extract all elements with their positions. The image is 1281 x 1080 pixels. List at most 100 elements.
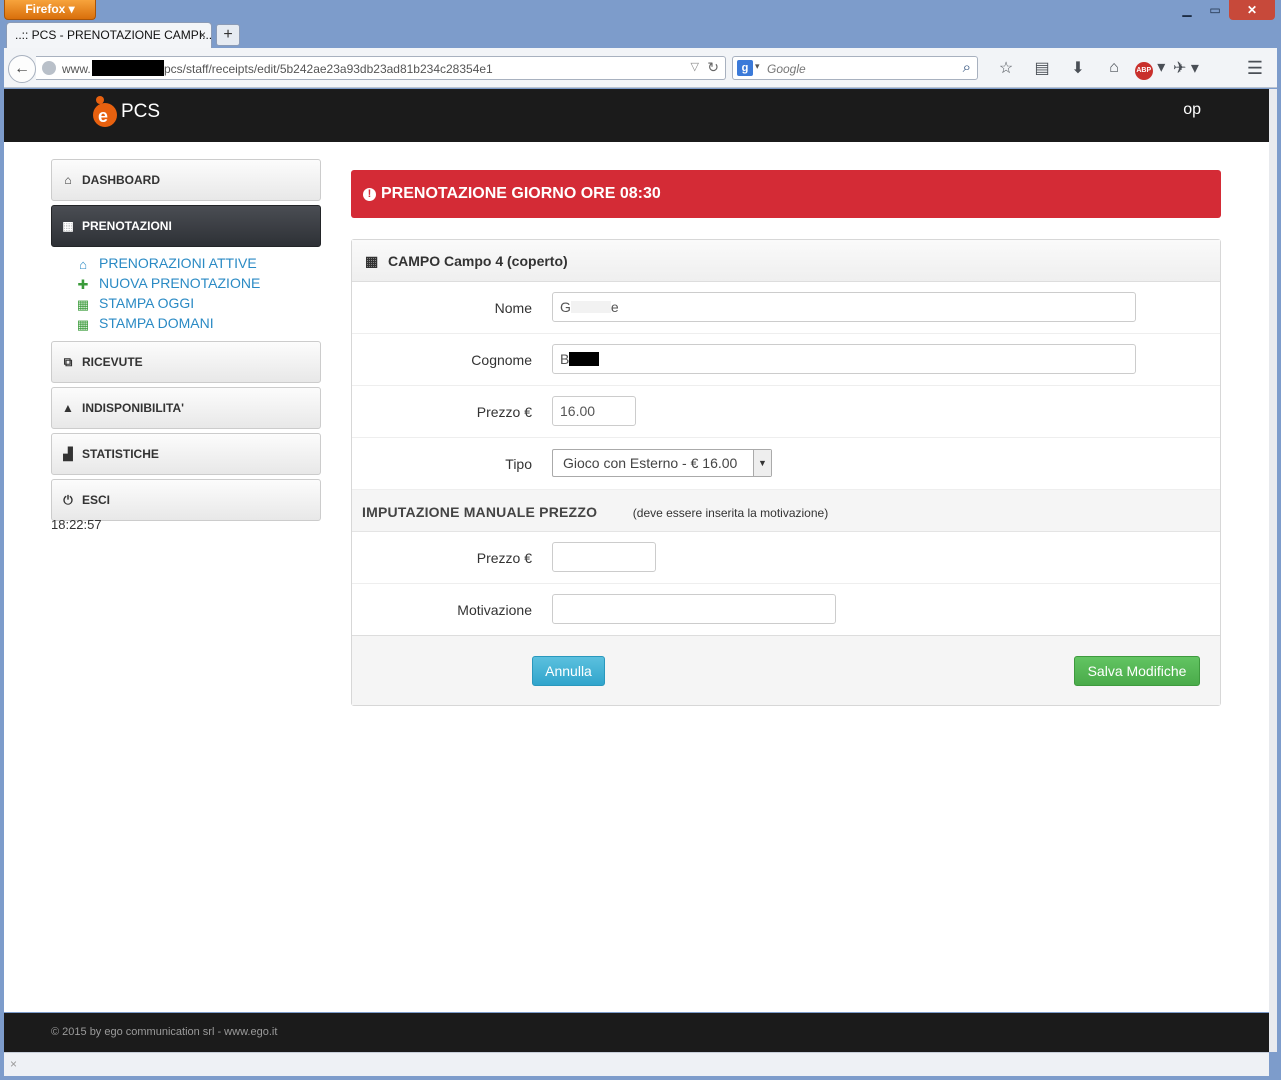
tipo-select[interactable]: Gioco con Esterno - € 16.00 ▼: [552, 449, 772, 477]
sidebar-item-label: INDISPONIBILITA': [82, 401, 184, 415]
window-controls: ▁ ▭ ✕: [1173, 0, 1275, 20]
save-button[interactable]: Salva Modifiche: [1074, 656, 1200, 686]
booking-alert: ! PRENOTAZIONE GIORNO ORE 08:30: [351, 170, 1221, 218]
motivazione-field[interactable]: [552, 594, 836, 624]
sidebar-item-label: ESCI: [82, 493, 111, 507]
submenu-label: NUOVA PRENOTAZIONE: [99, 275, 261, 291]
search-placeholder: Google: [767, 62, 806, 76]
clock: 18:22:57: [51, 517, 102, 532]
toolbar-icons: ☆ ▤ ⬇ ⌂ ABP ▾ ✈ ▾: [988, 56, 1204, 80]
submenu-stampa-oggi[interactable]: ▦ STAMPA OGGI: [75, 295, 321, 315]
exclamation-circle-icon: !: [363, 188, 376, 201]
warning-icon: ▲: [62, 401, 74, 415]
sidebar-item-indisponibilita[interactable]: ▲ INDISPONIBILITA': [51, 387, 321, 429]
nome-field[interactable]: Ge: [552, 292, 1136, 322]
page-scrollbar[interactable]: [1269, 89, 1277, 1052]
form-row-nome: Nome Ge: [352, 282, 1220, 334]
user-menu[interactable]: op: [1183, 101, 1201, 119]
submenu-label: PRENORAZIONI ATTIVE: [99, 255, 257, 271]
receipt-edit-panel: ▦ CAMPO Campo 4 (coperto) Nome Ge Cognome…: [351, 239, 1221, 706]
ego-logo-icon: e: [93, 96, 117, 127]
chevron-down-icon[interactable]: ▼: [753, 450, 771, 476]
extension-icon[interactable]: ✈ ▾: [1168, 58, 1204, 78]
bookmark-star-icon[interactable]: ☆: [988, 58, 1024, 78]
calendar-icon: ▦: [62, 219, 74, 233]
manual-price-section-header: IMPUTAZIONE MANUALE PREZZO (deve essere …: [352, 490, 1220, 532]
tab-title: ..:: PCS - PRENOTAZIONE CAMPI...: [15, 28, 212, 42]
nome-value-end: e: [610, 299, 619, 315]
sidebar-item-label: STATISTICHE: [82, 447, 159, 461]
form-row-tipo: Tipo Gioco con Esterno - € 16.00 ▼: [352, 438, 1220, 490]
sidebar-submenu: ⌂ PRENORAZIONI ATTIVE ✚ NUOVA PRENOTAZIO…: [51, 251, 321, 341]
maximize-icon[interactable]: ▭: [1201, 0, 1229, 20]
close-icon[interactable]: ×: [10, 1057, 17, 1071]
home-icon: ⌂: [64, 173, 72, 187]
cognome-redaction: [569, 352, 600, 366]
power-icon: ⏻: [63, 493, 73, 507]
page-footer: © 2015 by ego communication srl - www.eg…: [4, 1013, 1269, 1052]
nome-value-start: G: [560, 299, 571, 315]
panel-title: CAMPO Campo 4 (coperto): [388, 253, 568, 269]
submenu-label: STAMPA OGGI: [99, 295, 195, 311]
browser-window: Firefox ▾ ▁ ▭ ✕ ..:: PCS - PRENOTAZIONE …: [0, 0, 1281, 1080]
magnifier-icon[interactable]: ⌕: [963, 59, 971, 76]
cognome-field[interactable]: B: [552, 344, 1136, 374]
submenu-stampa-domani[interactable]: ▦ STAMPA DOMANI: [75, 315, 321, 335]
prezzo-field[interactable]: 16.00: [552, 396, 636, 426]
close-icon[interactable]: ✕: [1229, 0, 1275, 20]
url-prefix: www.: [62, 62, 91, 76]
submenu-nuova-prenotazione[interactable]: ✚ NUOVA PRENOTAZIONE: [75, 275, 321, 295]
sidebar-item-label: PRENOTAZIONI: [82, 219, 172, 233]
form-row-manual-prezzo: Prezzo €: [352, 532, 1220, 584]
firefox-menu-button[interactable]: Firefox ▾: [4, 0, 96, 20]
calendar-icon: ▦: [365, 253, 379, 269]
sidebar-item-esci[interactable]: ⏻ ESCI: [51, 479, 321, 521]
hamburger-menu-icon[interactable]: ☰: [1247, 58, 1263, 79]
svg-text:e: e: [98, 106, 108, 126]
search-engine-dropdown-icon[interactable]: ▾: [755, 61, 760, 72]
bar-chart-icon: ▟: [63, 447, 73, 461]
redacted-domain: [92, 60, 164, 76]
sidebar-item-dashboard[interactable]: ⌂ DASHBOARD: [51, 159, 321, 201]
tipo-label: Tipo: [505, 456, 532, 472]
navigation-bar: ← www. pcs/staff/receipts/edit/5b242ae23…: [4, 48, 1277, 88]
brand-title[interactable]: PCS: [121, 101, 160, 123]
form-row-motivazione: Motivazione: [352, 584, 1220, 636]
new-tab-button[interactable]: +: [216, 24, 240, 46]
bookmarks-list-icon[interactable]: ▤: [1024, 58, 1060, 78]
url-path: pcs/staff/receipts/edit/5b242ae23a93db23…: [164, 62, 493, 76]
manual-prezzo-field[interactable]: [552, 542, 656, 572]
download-icon[interactable]: ⬇: [1060, 58, 1096, 78]
alert-text: PRENOTAZIONE GIORNO ORE 08:30: [381, 185, 661, 202]
prezzo-label: Prezzo €: [476, 404, 532, 420]
table-icon: ▦: [76, 317, 90, 332]
manual-price-title: IMPUTAZIONE MANUALE PREZZO: [362, 504, 598, 520]
search-bar[interactable]: g ▾ Google ⌕: [732, 56, 978, 80]
google-icon[interactable]: g: [737, 60, 753, 76]
status-bar: ×: [4, 1052, 1269, 1076]
page-content: ⌂ DASHBOARD ▦ PRENOTAZIONI ⌂ PRENORAZION…: [4, 142, 1269, 1012]
url-dropdown-icon[interactable]: ▽: [691, 60, 699, 73]
minimize-icon[interactable]: ▁: [1173, 0, 1201, 20]
url-bar[interactable]: www. pcs/staff/receipts/edit/5b242ae23a9…: [36, 56, 726, 80]
footer-text: © 2015 by ego communication srl - www.eg…: [51, 1026, 278, 1038]
adblock-icon[interactable]: ABP ▾: [1132, 57, 1168, 80]
cognome-label: Cognome: [471, 352, 532, 368]
cognome-value-start: B: [560, 351, 570, 367]
back-arrow-icon[interactable]: ←: [8, 55, 36, 83]
reload-icon[interactable]: ↻: [707, 59, 719, 76]
sidebar-item-ricevute[interactable]: ⧉ RICEVUTE: [51, 341, 321, 383]
cancel-button[interactable]: Annulla: [532, 656, 605, 686]
submenu-label: STAMPA DOMANI: [99, 315, 214, 331]
tab-bar: ..:: PCS - PRENOTAZIONE CAMPI... × +: [0, 20, 1281, 48]
nome-redaction: [570, 301, 611, 313]
browser-tab[interactable]: ..:: PCS - PRENOTAZIONE CAMPI... ×: [6, 22, 212, 48]
tab-close-icon[interactable]: ×: [199, 28, 206, 42]
submenu-prenorazioni-attive[interactable]: ⌂ PRENORAZIONI ATTIVE: [75, 255, 321, 275]
sidebar-item-label: RICEVUTE: [82, 355, 143, 369]
sidebar-item-prenotazioni[interactable]: ▦ PRENOTAZIONI: [51, 205, 321, 247]
home-icon[interactable]: ⌂: [1096, 59, 1132, 77]
panel-header: ▦ CAMPO Campo 4 (coperto): [352, 240, 1220, 282]
manual-prezzo-label: Prezzo €: [476, 550, 532, 566]
sidebar-item-statistiche[interactable]: ▟ STATISTICHE: [51, 433, 321, 475]
